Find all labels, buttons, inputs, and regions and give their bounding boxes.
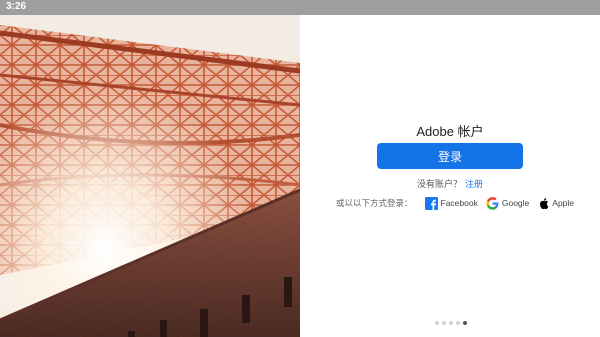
status-bar: 3:26: [0, 0, 600, 15]
page-dot-active[interactable]: [463, 321, 467, 325]
facebook-label: Facebook: [440, 198, 478, 208]
google-icon: [486, 196, 499, 210]
apple-signin-button[interactable]: Apple: [537, 197, 574, 210]
apple-icon: [540, 197, 549, 209]
no-account-text: 没有账户？: [416, 180, 462, 190]
register-prompt: 没有账户？ 注册: [300, 177, 600, 190]
signin-button[interactable]: 登录: [377, 143, 523, 169]
page-dot[interactable]: [442, 321, 446, 325]
page-dot[interactable]: [449, 321, 453, 325]
status-time: 3:26: [6, 1, 27, 12]
hero-image: [0, 15, 300, 337]
facebook-icon: [424, 196, 438, 210]
page-dot[interactable]: [435, 321, 439, 325]
carousel-page-indicator: [435, 321, 470, 325]
social-signin-label: 或以以下方式登录：: [336, 199, 413, 209]
google-label: Google: [501, 198, 530, 208]
page-dot[interactable]: [456, 321, 460, 325]
register-link[interactable]: 注册: [465, 180, 483, 190]
signin-panel: Adobe 帐户 登录 没有账户？ 注册 或以以下方式登录： Facebook G…: [300, 15, 600, 337]
google-signin-button[interactable]: Google: [486, 196, 530, 210]
social-signin-row: 或以以下方式登录： Facebook Google Apple: [336, 196, 582, 210]
apple-label: Apple: [552, 198, 575, 208]
page-title: Adobe 帐户: [416, 124, 484, 139]
facebook-signin-button[interactable]: Facebook: [424, 196, 478, 210]
